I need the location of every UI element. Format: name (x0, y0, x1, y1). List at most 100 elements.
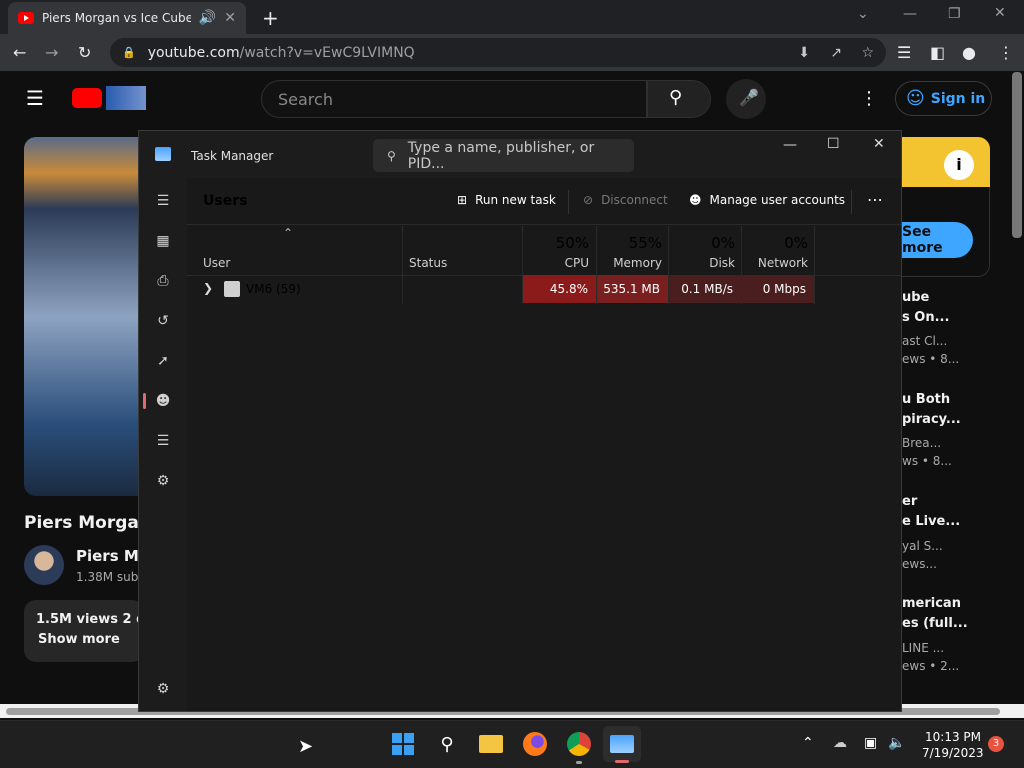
col-cpu[interactable]: CPU (527, 256, 589, 270)
menu-icon[interactable]: ⋮ (998, 43, 1014, 62)
new-tab-icon[interactable]: + (262, 6, 279, 30)
youtube-logo-icon[interactable] (72, 88, 102, 108)
notification-badge[interactable]: 3 (988, 736, 1004, 752)
clock-time[interactable]: 10:13 PM (925, 730, 981, 744)
show-hidden-icons-chevron-icon[interactable]: ⌃ (802, 735, 814, 751)
channel-avatar[interactable] (24, 545, 64, 585)
star-icon[interactable]: ☆ (861, 45, 874, 61)
tab-title: Piers Morgan vs Ice Cube | T (42, 11, 191, 25)
col-disk[interactable]: Disk (673, 256, 735, 270)
forward-icon[interactable]: → (45, 43, 58, 62)
run-new-task-button[interactable]: ⊞ Run new task (457, 193, 556, 207)
chrome-icon[interactable] (565, 730, 593, 758)
search-placeholder: Search (278, 89, 333, 109)
channel-subscribers: 1.38M subs (76, 570, 145, 584)
rec-title[interactable]: s On... (902, 308, 949, 328)
tm-close-icon[interactable]: ✕ (873, 136, 885, 152)
volume-icon[interactable]: 🔈 (888, 735, 905, 751)
more-options-icon[interactable]: ⋯ (867, 190, 883, 209)
window-minimize-icon[interactable]: — (903, 6, 917, 22)
rec-title[interactable]: merican (902, 594, 961, 614)
network-icon[interactable]: ▣ (864, 735, 877, 751)
profile-icon[interactable]: ● (962, 43, 976, 62)
user-name: VM6 (59) (246, 282, 301, 296)
window-restore-icon[interactable]: ❐ (948, 6, 961, 22)
ad-button-label: See more (902, 224, 943, 256)
col-user[interactable]: User (203, 256, 230, 270)
sign-in-label: Sign in (930, 90, 986, 107)
rec-title[interactable]: e Live... (902, 512, 960, 532)
onedrive-icon[interactable]: ☁ (833, 735, 847, 751)
youtube-search-input[interactable]: Search (261, 80, 647, 118)
task-manager-nav: ☰ ▦ ⎙ ↺ ➚ ☻ ☰ ⚙ ⚙ (139, 179, 187, 711)
browser-tab[interactable]: Piers Morgan vs Ice Cube | T 🔊 ✕ (8, 2, 246, 34)
users-icon[interactable]: ☻ (153, 391, 173, 411)
task-manager-icon[interactable] (608, 730, 636, 758)
show-more-link[interactable]: Show more (38, 632, 120, 647)
rec-title[interactable]: es (full... (902, 614, 968, 634)
app-history-icon[interactable]: ↺ (153, 311, 173, 331)
info-icon[interactable]: i (944, 150, 974, 180)
table-row[interactable]: ❯ VM6 (59) 45.8% 535.1 MB 0.1 MB/s 0 Mbp… (187, 275, 901, 303)
rec-title[interactable]: piracy... (902, 410, 961, 430)
firefox-icon[interactable] (521, 730, 549, 758)
tab-audio-icon[interactable]: 🔊 (199, 10, 216, 26)
search-icon[interactable]: ⚲ (433, 730, 461, 758)
tab-close-icon[interactable]: ✕ (224, 10, 236, 26)
youtube-search-button[interactable]: ⚲ (647, 80, 711, 118)
disconnect-icon: ⊘ (583, 193, 594, 207)
page-vertical-scrollbar[interactable] (1012, 72, 1022, 238)
tab-search-chevron-icon[interactable]: ⌄ (857, 6, 869, 22)
rec-title[interactable]: u Both (902, 390, 950, 410)
services-icon[interactable]: ⚙ (153, 471, 173, 491)
download-icon[interactable]: ⬇ (798, 45, 810, 61)
video-player[interactable] (24, 137, 144, 496)
disk-cell: 0.1 MB/s (669, 275, 741, 303)
manage-accounts-button[interactable]: ☻ Manage user accounts (689, 193, 845, 207)
description-box[interactable] (24, 600, 144, 662)
disconnect-button[interactable]: ⊘ Disconnect (583, 193, 668, 207)
task-manager-search-input[interactable]: ⚲ Type a name, publisher, or PID... (373, 139, 634, 172)
hamburger-icon[interactable]: ☰ (153, 191, 173, 211)
video-title: Piers Morgan (24, 513, 151, 533)
voice-search-button[interactable]: 🎤 (726, 79, 766, 119)
sign-in-button[interactable]: ☺ Sign in (895, 81, 992, 116)
nav-selection-indicator (143, 393, 146, 409)
rec-meta: ws • 8... (902, 454, 952, 468)
mic-icon: 🎤 (739, 88, 759, 107)
settings-more-icon[interactable]: ⋮ (860, 88, 878, 109)
queue-icon[interactable]: ☰ (897, 43, 911, 62)
sort-ascending-icon[interactable]: ⌃ (283, 226, 293, 240)
processes-icon[interactable]: ▦ (153, 231, 173, 251)
col-network[interactable]: Network (746, 256, 808, 270)
search-placeholder: Type a name, publisher, or PID... (407, 139, 595, 172)
clock-date[interactable]: 7/19/2023 (922, 746, 984, 760)
settings-icon[interactable]: ⚙ (153, 679, 173, 699)
memory-cell: 535.1 MB (597, 275, 668, 303)
sidepanel-icon[interactable]: ◧ (930, 43, 945, 62)
performance-icon[interactable]: ⎙ (153, 271, 173, 291)
task-manager-title: Task Manager (191, 149, 274, 163)
expand-chevron-icon[interactable]: ❯ (203, 281, 213, 295)
disk-total: 0% (711, 234, 735, 252)
tm-maximize-icon[interactable]: ☐ (827, 136, 840, 152)
back-icon[interactable]: ← (13, 43, 26, 62)
share-icon[interactable]: ↗ (830, 45, 842, 61)
file-explorer-icon[interactable] (477, 730, 505, 758)
rec-meta: ews... (902, 557, 937, 571)
col-memory[interactable]: Memory (601, 256, 662, 270)
manage-accounts-label: Manage user accounts (709, 193, 846, 207)
startup-apps-icon[interactable]: ➚ (153, 351, 173, 371)
rec-title[interactable]: ube (902, 288, 929, 308)
reload-icon[interactable]: ↻ (78, 43, 91, 62)
details-icon[interactable]: ☰ (153, 431, 173, 451)
users-header: Users ⊞ Run new task ⊘ Disconnect ☻ Manage … (187, 178, 901, 225)
col-status[interactable]: Status (409, 256, 447, 270)
window-close-icon[interactable]: ✕ (994, 5, 1006, 21)
ad-see-more-button[interactable]: See more (900, 222, 973, 258)
tm-minimize-icon[interactable]: — (783, 137, 797, 153)
hamburger-icon[interactable]: ☰ (26, 86, 44, 110)
rec-title[interactable]: er (902, 492, 917, 512)
start-icon[interactable] (389, 730, 417, 758)
address-bar[interactable]: 🔒 youtube.com/watch?v=vEwC9LVIMNQ ⬇ ↗ ☆ (110, 38, 886, 67)
